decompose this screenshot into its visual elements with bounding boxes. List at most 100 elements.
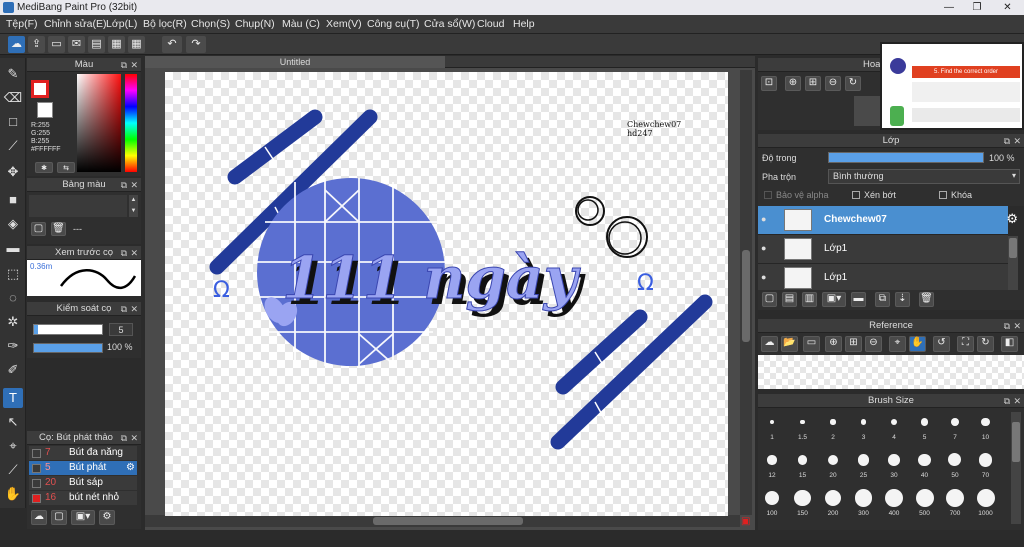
- reference-eyedropper-icon[interactable]: ⌖: [889, 336, 906, 352]
- reference-zoom-in-icon[interactable]: ⊕: [825, 336, 842, 352]
- menu-cloud[interactable]: Cloud: [477, 15, 504, 34]
- new-layer-icon[interactable]: ▢: [762, 292, 777, 307]
- line-tool-icon[interactable]: ⟋: [3, 136, 23, 156]
- brush-size-dot[interactable]: [770, 420, 774, 424]
- undo-icon[interactable]: ↶: [162, 36, 182, 53]
- document-tab[interactable]: Untitled: [145, 56, 445, 68]
- hue-slider[interactable]: [125, 74, 137, 172]
- redo-icon[interactable]: ↷: [186, 36, 206, 53]
- navigator-fit-icon[interactable]: ⊞: [805, 76, 821, 91]
- layer-scrollbar[interactable]: [1008, 236, 1018, 290]
- brush-size-dot[interactable]: [767, 455, 777, 465]
- panel-close-icon[interactable]: ✕: [130, 246, 138, 260]
- add-layer-menu-icon[interactable]: ▣▾: [822, 292, 846, 307]
- brush-size-dot[interactable]: [885, 489, 903, 507]
- duplicate-layer-icon[interactable]: ⧉: [875, 292, 890, 307]
- panel-close-icon[interactable]: ✕: [130, 178, 138, 192]
- brush-size-dot[interactable]: [860, 419, 867, 425]
- cloud-brush-icon[interactable]: ☁: [31, 510, 47, 525]
- new-halftone-layer-icon[interactable]: ▤: [782, 292, 797, 307]
- eyedropper-tool-icon[interactable]: ⌖: [3, 436, 23, 456]
- blend-mode-select[interactable]: Bình thường ▾: [828, 169, 1020, 184]
- saturation-value-picker[interactable]: [77, 74, 121, 172]
- primary-color-swatch[interactable]: [31, 80, 49, 98]
- menu-color[interactable]: Màu (C): [282, 15, 320, 34]
- eye-icon[interactable]: ●: [761, 243, 771, 253]
- brush-size-dot[interactable]: [857, 454, 870, 466]
- panel-float-icon[interactable]: ⧉: [121, 58, 127, 72]
- navigator-zoom-in-icon[interactable]: ⊕: [785, 76, 801, 91]
- brush-size-dot[interactable]: [827, 454, 839, 466]
- comment-icon[interactable]: ▭: [48, 36, 65, 53]
- horizontal-scrollbar[interactable]: [145, 515, 740, 527]
- brush-size-slider[interactable]: [33, 324, 103, 335]
- brush-size-dot[interactable]: [918, 453, 931, 467]
- lock-checkbox[interactable]: [939, 191, 947, 199]
- panel-close-icon[interactable]: ✕: [1013, 319, 1021, 333]
- eye-icon[interactable]: ●: [761, 214, 771, 224]
- panel-float-icon[interactable]: ⧉: [121, 178, 127, 192]
- select-pen-icon[interactable]: ✑: [3, 336, 23, 356]
- message-icon[interactable]: ✉: [68, 36, 85, 53]
- new-brush-icon[interactable]: ▢: [51, 510, 67, 525]
- select-tool-icon[interactable]: ⬚: [3, 264, 23, 284]
- brush-opacity-slider[interactable]: [33, 343, 103, 353]
- protect-alpha-checkbox[interactable]: [764, 191, 772, 199]
- brush-settings-icon[interactable]: ⚙: [99, 510, 115, 525]
- navigator-zoom-icon[interactable]: ⊡: [761, 76, 777, 91]
- brush-size-dot[interactable]: [915, 489, 934, 507]
- brush-size-dot[interactable]: [824, 489, 842, 507]
- drawing-canvas[interactable]: Chewchew07 hd247 111 ngày 111 ngày Ω Ω: [165, 72, 728, 516]
- rectangle-tool-icon[interactable]: □: [3, 112, 23, 132]
- brush-size-dot[interactable]: [794, 489, 811, 507]
- menu-filter[interactable]: Bộ lọc(R): [143, 15, 187, 34]
- gear-icon[interactable]: ⚙: [126, 461, 135, 475]
- reference-rotate-icon[interactable]: ↺: [933, 336, 950, 352]
- vertical-scrollbar[interactable]: [740, 70, 752, 515]
- brush-size-dot[interactable]: [976, 489, 995, 507]
- bucket-tool-icon[interactable]: ◈: [3, 214, 23, 234]
- folder-icon[interactable]: ▬: [851, 292, 866, 307]
- reference-zoom-out-icon[interactable]: ⊖: [865, 336, 882, 352]
- brush-size-dot[interactable]: [800, 419, 805, 425]
- hand-tool-icon[interactable]: ✋: [3, 484, 23, 504]
- brush-item[interactable]: 16 bút nét nhỏ: [29, 491, 137, 505]
- close-window-icon[interactable]: ✕: [991, 0, 1024, 15]
- canvas-corner-icon[interactable]: ▣: [741, 516, 752, 527]
- move-tool-icon[interactable]: ✥: [3, 162, 23, 182]
- reference-image-icon[interactable]: ▭: [803, 336, 820, 352]
- delete-layer-icon[interactable]: 🗑: [919, 292, 934, 307]
- brush-item[interactable]: 5 Bút phát ⚙: [29, 461, 137, 475]
- cloud-icon[interactable]: ☁: [8, 36, 25, 53]
- panel-float-icon[interactable]: ⧉: [1004, 134, 1010, 148]
- reference-fit-icon[interactable]: ⊞: [845, 336, 862, 352]
- brush-item[interactable]: 20 Bút sáp: [29, 476, 137, 490]
- panel-close-icon[interactable]: ✕: [130, 302, 138, 316]
- brush-size-dot[interactable]: [888, 454, 900, 466]
- add-brush-menu-icon[interactable]: ▣▾: [71, 510, 95, 525]
- reference-open-icon[interactable]: 📂: [781, 336, 798, 352]
- navigator-thumbnail[interactable]: [854, 96, 880, 126]
- brush-size-scrollbar[interactable]: [1011, 412, 1021, 524]
- panel-layout-icon[interactable]: ▦: [108, 36, 125, 53]
- brush-size-dot[interactable]: [830, 419, 836, 425]
- palette-swatch-area[interactable]: [29, 195, 127, 217]
- reference-fullscreen-icon[interactable]: ⛶: [957, 336, 974, 352]
- menu-select[interactable]: Chọn(S): [191, 15, 230, 34]
- secondary-color-swatch[interactable]: [37, 102, 53, 118]
- reference-reset-icon[interactable]: ↻: [977, 336, 994, 352]
- minimize-icon[interactable]: —: [935, 0, 963, 15]
- restore-icon[interactable]: ❐: [963, 0, 991, 15]
- operation-tool-icon[interactable]: ↖: [3, 412, 23, 432]
- grid-icon[interactable]: ▦: [128, 36, 145, 53]
- magic-wand-icon[interactable]: ✲: [3, 312, 23, 332]
- menu-help[interactable]: Help: [513, 15, 535, 34]
- brush-size-dot[interactable]: [981, 417, 990, 427]
- brush-item[interactable]: 7 Bút đa năng: [29, 446, 137, 460]
- panel-close-icon[interactable]: ✕: [130, 58, 138, 72]
- menu-view[interactable]: Xem(V): [326, 15, 362, 34]
- delete-palette-icon[interactable]: 🗑: [51, 222, 66, 236]
- layer-row[interactable]: ● Lớp1: [758, 264, 1008, 293]
- upload-icon[interactable]: ⇪: [28, 36, 45, 53]
- brush-size-dot[interactable]: [946, 489, 964, 507]
